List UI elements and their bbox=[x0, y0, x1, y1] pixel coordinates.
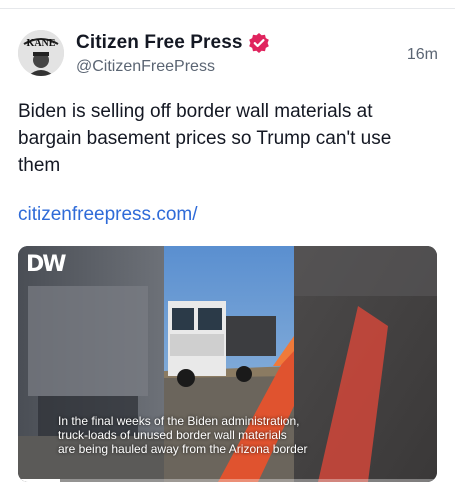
avatar[interactable]: KANE bbox=[18, 30, 64, 76]
video-player[interactable]: DW In the final weeks of the Biden admin… bbox=[18, 246, 437, 482]
post-text: Biden is selling off border wall materia… bbox=[18, 101, 392, 176]
verified-badge-icon bbox=[248, 32, 270, 54]
post-timestamp[interactable]: 16m bbox=[407, 46, 438, 64]
author-display-name[interactable]: Citizen Free Press bbox=[76, 32, 243, 54]
video-progress-fill bbox=[18, 479, 60, 482]
caption-line: truck-loads of unused border wall materi… bbox=[58, 428, 287, 442]
top-divider bbox=[0, 8, 455, 9]
dw-logo: DW bbox=[26, 252, 67, 277]
post-header: KANE Citizen Free Press @CitizenFreePres… bbox=[18, 30, 438, 80]
caption-line: In the final weeks of the Biden administ… bbox=[58, 414, 300, 428]
caption-line: are being hauled away from the Arizona b… bbox=[58, 442, 308, 456]
avatar-logo-icon: KANE bbox=[18, 30, 64, 76]
author-handle[interactable]: @CitizenFreePress bbox=[76, 58, 215, 76]
video-progress-track[interactable] bbox=[18, 479, 437, 482]
post-link[interactable]: citizenfreepress.com/ bbox=[18, 204, 198, 226]
video-caption: In the final weeks of the Biden administ… bbox=[58, 414, 358, 456]
avatar-text: KANE bbox=[27, 38, 56, 49]
